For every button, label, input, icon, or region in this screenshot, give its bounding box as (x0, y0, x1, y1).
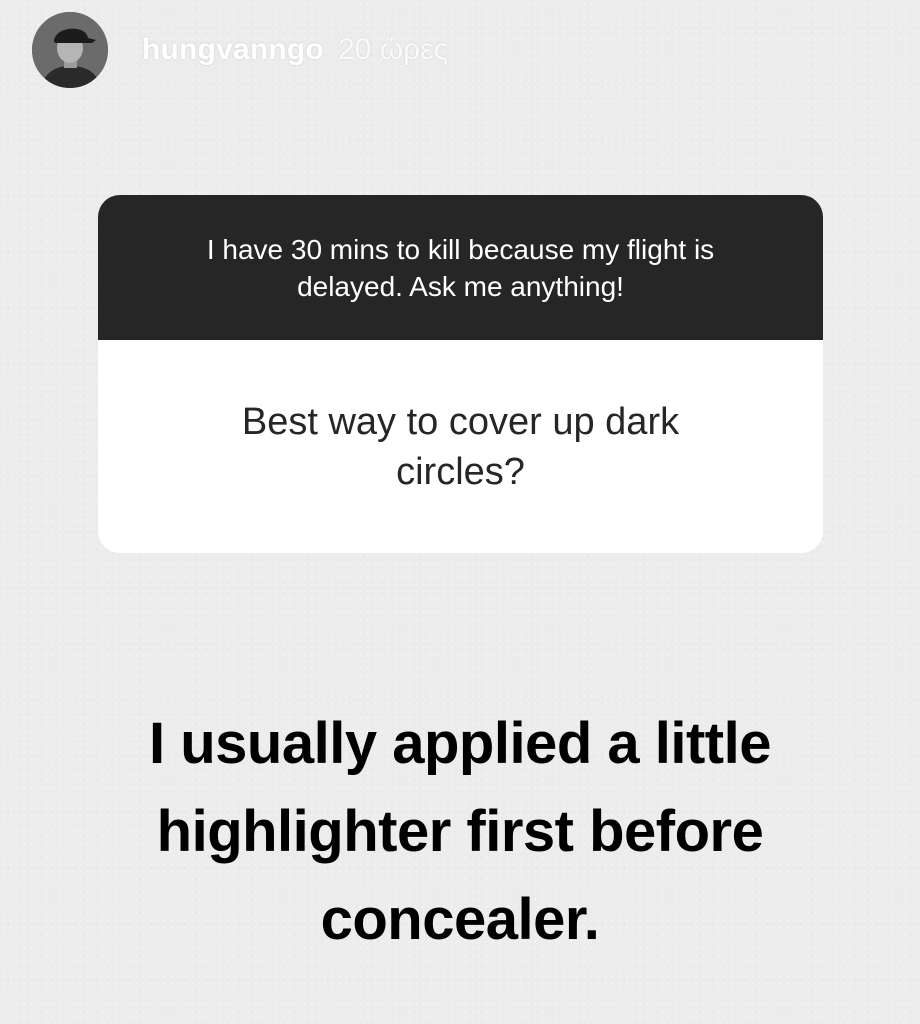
story-timestamp: 20 ώρες (337, 33, 449, 66)
question-sticker-response: Best way to cover up dark circles? (98, 340, 823, 553)
prompt-text: I have 30 mins to kill because my flight… (206, 233, 715, 302)
question-sticker-prompt: I have 30 mins to kill because my flight… (98, 195, 823, 340)
answer-text: I usually applied a little highlighter f… (149, 711, 771, 952)
username[interactable]: hungvanngo (142, 33, 324, 67)
question-sticker: I have 30 mins to kill because my flight… (98, 195, 823, 553)
avatar[interactable] (32, 12, 108, 88)
story-header: hungvanngo 20 ώρες (32, 8, 448, 92)
profile-photo-icon (32, 12, 108, 88)
question-text: Best way to cover up dark circles? (241, 400, 680, 493)
